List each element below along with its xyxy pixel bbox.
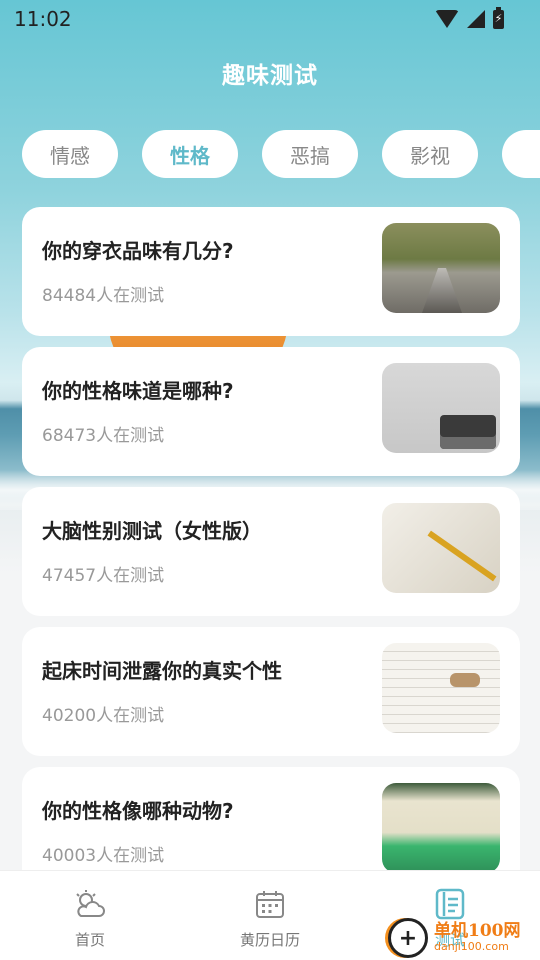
status-time: 11:02 [14,7,72,31]
test-card[interactable]: 大脑性别测试（女性版） 47457人在测试 [22,487,520,616]
card-title: 你的性格味道是哪种? [42,379,234,403]
plus-circle-icon: + [388,918,428,958]
notebook-image [382,643,500,733]
test-card[interactable]: 你的性格味道是哪种? 68473人在测试 [22,347,520,476]
card-participant-count: 40003人在测试 [42,846,165,866]
status-icons [435,6,504,29]
status-bar: 11:02 [0,0,540,38]
test-card[interactable]: 你的穿衣品味有几分? 84484人在测试 [22,207,520,336]
test-list: 你的穿衣品味有几分? 84484人在测试 你的性格味道是哪种? 68473人在测… [22,207,520,907]
notebook-pencil-image [382,503,500,593]
page-title: 趣味测试 [222,63,318,89]
signal-icon [467,10,485,28]
tab-film[interactable]: 影视 [382,130,478,178]
card-title: 你的穿衣品味有几分? [42,239,234,263]
card-participant-count: 84484人在测试 [42,286,165,306]
forest-road-image [382,223,500,313]
card-title: 你的性格像哪种动物? [42,799,234,823]
watermark-logo: + 单机100网 danji100.com [388,916,540,960]
card-participant-count: 47457人在测试 [42,566,165,586]
watermark-main: 单机100网 [434,921,521,942]
tab-more[interactable]: 事 [502,130,540,178]
nav-calendar[interactable]: 黄历日历 [180,871,360,960]
tab-prank[interactable]: 恶搞 [262,130,358,178]
camera-image [382,363,500,453]
watermark-text: 单机100网 danji100.com [434,921,521,954]
card-title: 起床时间泄露你的真实个性 [42,659,282,683]
card-title: 大脑性别测试（女性版） [42,519,262,543]
weather-cloud-sun-icon [73,887,107,921]
card-participant-count: 40200人在测试 [42,706,165,726]
wifi-icon [435,10,459,28]
tab-emotion[interactable]: 情感 [22,130,118,178]
nav-calendar-label: 黄历日历 [239,931,300,949]
chairs-image [382,783,500,873]
watermark-sub: danji100.com [434,940,509,954]
test-card[interactable]: 起床时间泄露你的真实个性 40200人在测试 [22,627,520,756]
battery-charging-icon [493,6,504,29]
nav-home[interactable]: 首页 [0,871,180,960]
card-participant-count: 68473人在测试 [42,426,165,446]
calendar-icon [255,887,285,921]
nav-home-label: 首页 [74,931,105,949]
category-tabs: 情感 性格 恶搞 影视 事 [22,130,540,178]
tab-personality[interactable]: 性格 [142,130,238,178]
